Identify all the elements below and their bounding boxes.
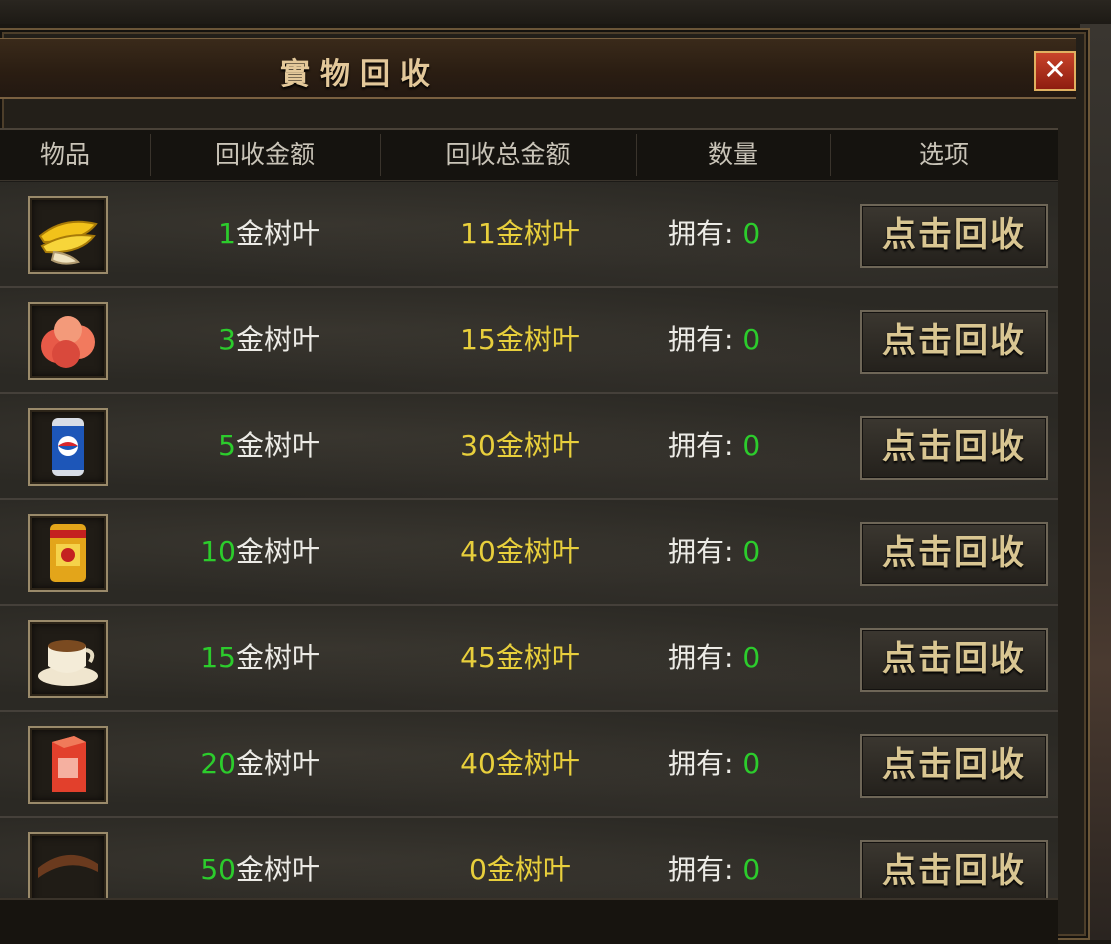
owned-value: 0	[742, 747, 761, 780]
recycle-total-value: 0	[469, 853, 487, 886]
recycle-total-value: 40	[460, 535, 496, 568]
header-options: 选项	[918, 140, 969, 169]
owned-count: 拥有: 0	[668, 606, 788, 710]
recycle-amount: 20金树叶	[150, 712, 320, 816]
item-slot[interactable]	[28, 620, 108, 698]
recycle-total-value: 30	[460, 429, 496, 462]
owned-label: 拥有:	[668, 217, 734, 250]
owned-value: 0	[742, 641, 761, 674]
owned-label: 拥有:	[668, 429, 734, 462]
recycle-amount: 1金树叶	[150, 182, 320, 286]
recycle-amount-value: 15	[200, 641, 236, 674]
recycle-total-unit: 金树叶	[495, 535, 580, 568]
recycle-total: 15金树叶	[440, 288, 600, 392]
recycle-button[interactable]: 点击回收	[860, 734, 1048, 798]
owned-value: 0	[742, 535, 761, 568]
recycle-amount-value: 50	[200, 853, 236, 886]
owned-label: 拥有:	[668, 747, 734, 780]
header-item: 物品	[39, 140, 90, 169]
close-button[interactable]: ✕	[1034, 51, 1076, 91]
recycle-amount-unit: 金树叶	[235, 853, 320, 886]
recycle-button[interactable]: 点击回收	[860, 522, 1048, 586]
recycle-total: 0金树叶	[440, 818, 600, 900]
owned-value: 0	[742, 323, 761, 356]
owned-label: 拥有:	[668, 641, 734, 674]
recycle-amount: 15金树叶	[150, 606, 320, 710]
window-footer	[0, 898, 1058, 944]
owned-count: 拥有: 0	[668, 182, 788, 286]
recycle-amount-unit: 金树叶	[235, 747, 320, 780]
recycle-amount: 5金树叶	[150, 394, 320, 498]
recycle-total-value: 40	[460, 747, 496, 780]
table-row: 5金树叶 30金树叶 拥有: 0 点击回收	[0, 394, 1058, 500]
recycle-total-value: 15	[460, 323, 496, 356]
item-slot[interactable]	[28, 832, 108, 900]
recycle-amount: 50金树叶	[150, 818, 320, 900]
recycle-amount-unit: 金树叶	[235, 535, 320, 568]
owned-count: 拥有: 0	[668, 712, 788, 816]
item-slot[interactable]	[28, 408, 108, 486]
item-slot[interactable]	[28, 196, 108, 274]
table-row: 50金树叶 0金树叶 拥有: 0 点击回收	[0, 818, 1058, 900]
recycle-amount: 10金树叶	[150, 500, 320, 604]
owned-label: 拥有:	[668, 323, 734, 356]
recycle-amount: 3金树叶	[150, 288, 320, 392]
table-row: 15金树叶 45金树叶 拥有: 0 点击回收	[0, 606, 1058, 712]
owned-count: 拥有: 0	[668, 818, 788, 900]
recycle-button[interactable]: 点击回收	[860, 416, 1048, 480]
item-slot[interactable]	[28, 302, 108, 380]
recycle-amount-unit: 金树叶	[235, 429, 320, 462]
table-row: 1金树叶 11金树叶 拥有: 0 点击回收	[0, 182, 1058, 288]
recycle-total: 30金树叶	[440, 394, 600, 498]
header-total: 回收总金额	[445, 140, 571, 169]
title-bar: 實物回收 ✕	[0, 38, 1076, 99]
window-title: 實物回收	[280, 57, 440, 92]
recycle-amount-unit: 金树叶	[235, 217, 320, 250]
owned-label: 拥有:	[668, 853, 734, 886]
item-slot[interactable]	[28, 514, 108, 592]
recycle-total-value: 11	[460, 217, 496, 250]
recycle-amount-value: 10	[200, 535, 236, 568]
owned-value: 0	[742, 217, 761, 250]
header-quantity: 数量	[707, 140, 758, 169]
recycle-total: 45金树叶	[440, 606, 600, 710]
item-slot[interactable]	[28, 726, 108, 804]
recycle-button[interactable]: 点击回收	[860, 628, 1048, 692]
recycle-total-value: 45	[460, 641, 496, 674]
recycle-amount-value: 1	[218, 217, 236, 250]
recycle-total: 40金树叶	[440, 712, 600, 816]
recycle-total-unit: 金树叶	[495, 641, 580, 674]
recycle-total-unit: 金树叶	[495, 429, 580, 462]
owned-value: 0	[742, 853, 761, 886]
table-row: 10金树叶 40金树叶 拥有: 0 点击回收	[0, 500, 1058, 606]
recycle-button[interactable]: 点击回收	[860, 204, 1048, 268]
table-row: 3金树叶 15金树叶 拥有: 0 点击回收	[0, 288, 1058, 394]
top-status-bar	[0, 0, 1111, 24]
recycle-total-unit: 金树叶	[486, 853, 571, 886]
recycle-total-unit: 金树叶	[495, 747, 580, 780]
recycle-total: 40金树叶	[440, 500, 600, 604]
recycle-total: 11金树叶	[440, 182, 600, 286]
recycle-button[interactable]: 点击回收	[860, 840, 1048, 900]
owned-label: 拥有:	[668, 535, 734, 568]
table-row: 20金树叶 40金树叶 拥有: 0 点击回收	[0, 712, 1058, 818]
recycle-window: 實物回收 ✕ 物品 回收金额 回收总金额 数量 选项 1金树叶 11金树叶 拥有: …	[0, 28, 1090, 944]
recycle-amount-value: 20	[200, 747, 236, 780]
header-amount: 回收金额	[214, 140, 315, 169]
recycle-amount-unit: 金树叶	[235, 323, 320, 356]
owned-value: 0	[742, 429, 761, 462]
recycle-amount-value: 5	[218, 429, 236, 462]
recycle-total-unit: 金树叶	[495, 217, 580, 250]
recycle-amount-unit: 金树叶	[235, 641, 320, 674]
table-header: 物品 回收金额 回收总金额 数量 选项	[0, 130, 1058, 181]
owned-count: 拥有: 0	[668, 500, 788, 604]
owned-count: 拥有: 0	[668, 394, 788, 498]
recycle-amount-value: 3	[218, 323, 236, 356]
recycle-button[interactable]: 点击回收	[860, 310, 1048, 374]
recycle-table: 物品 回收金额 回收总金额 数量 选项 1金树叶 11金树叶 拥有: 0 点击回收 3金…	[0, 128, 1058, 900]
owned-count: 拥有: 0	[668, 288, 788, 392]
recycle-total-unit: 金树叶	[495, 323, 580, 356]
